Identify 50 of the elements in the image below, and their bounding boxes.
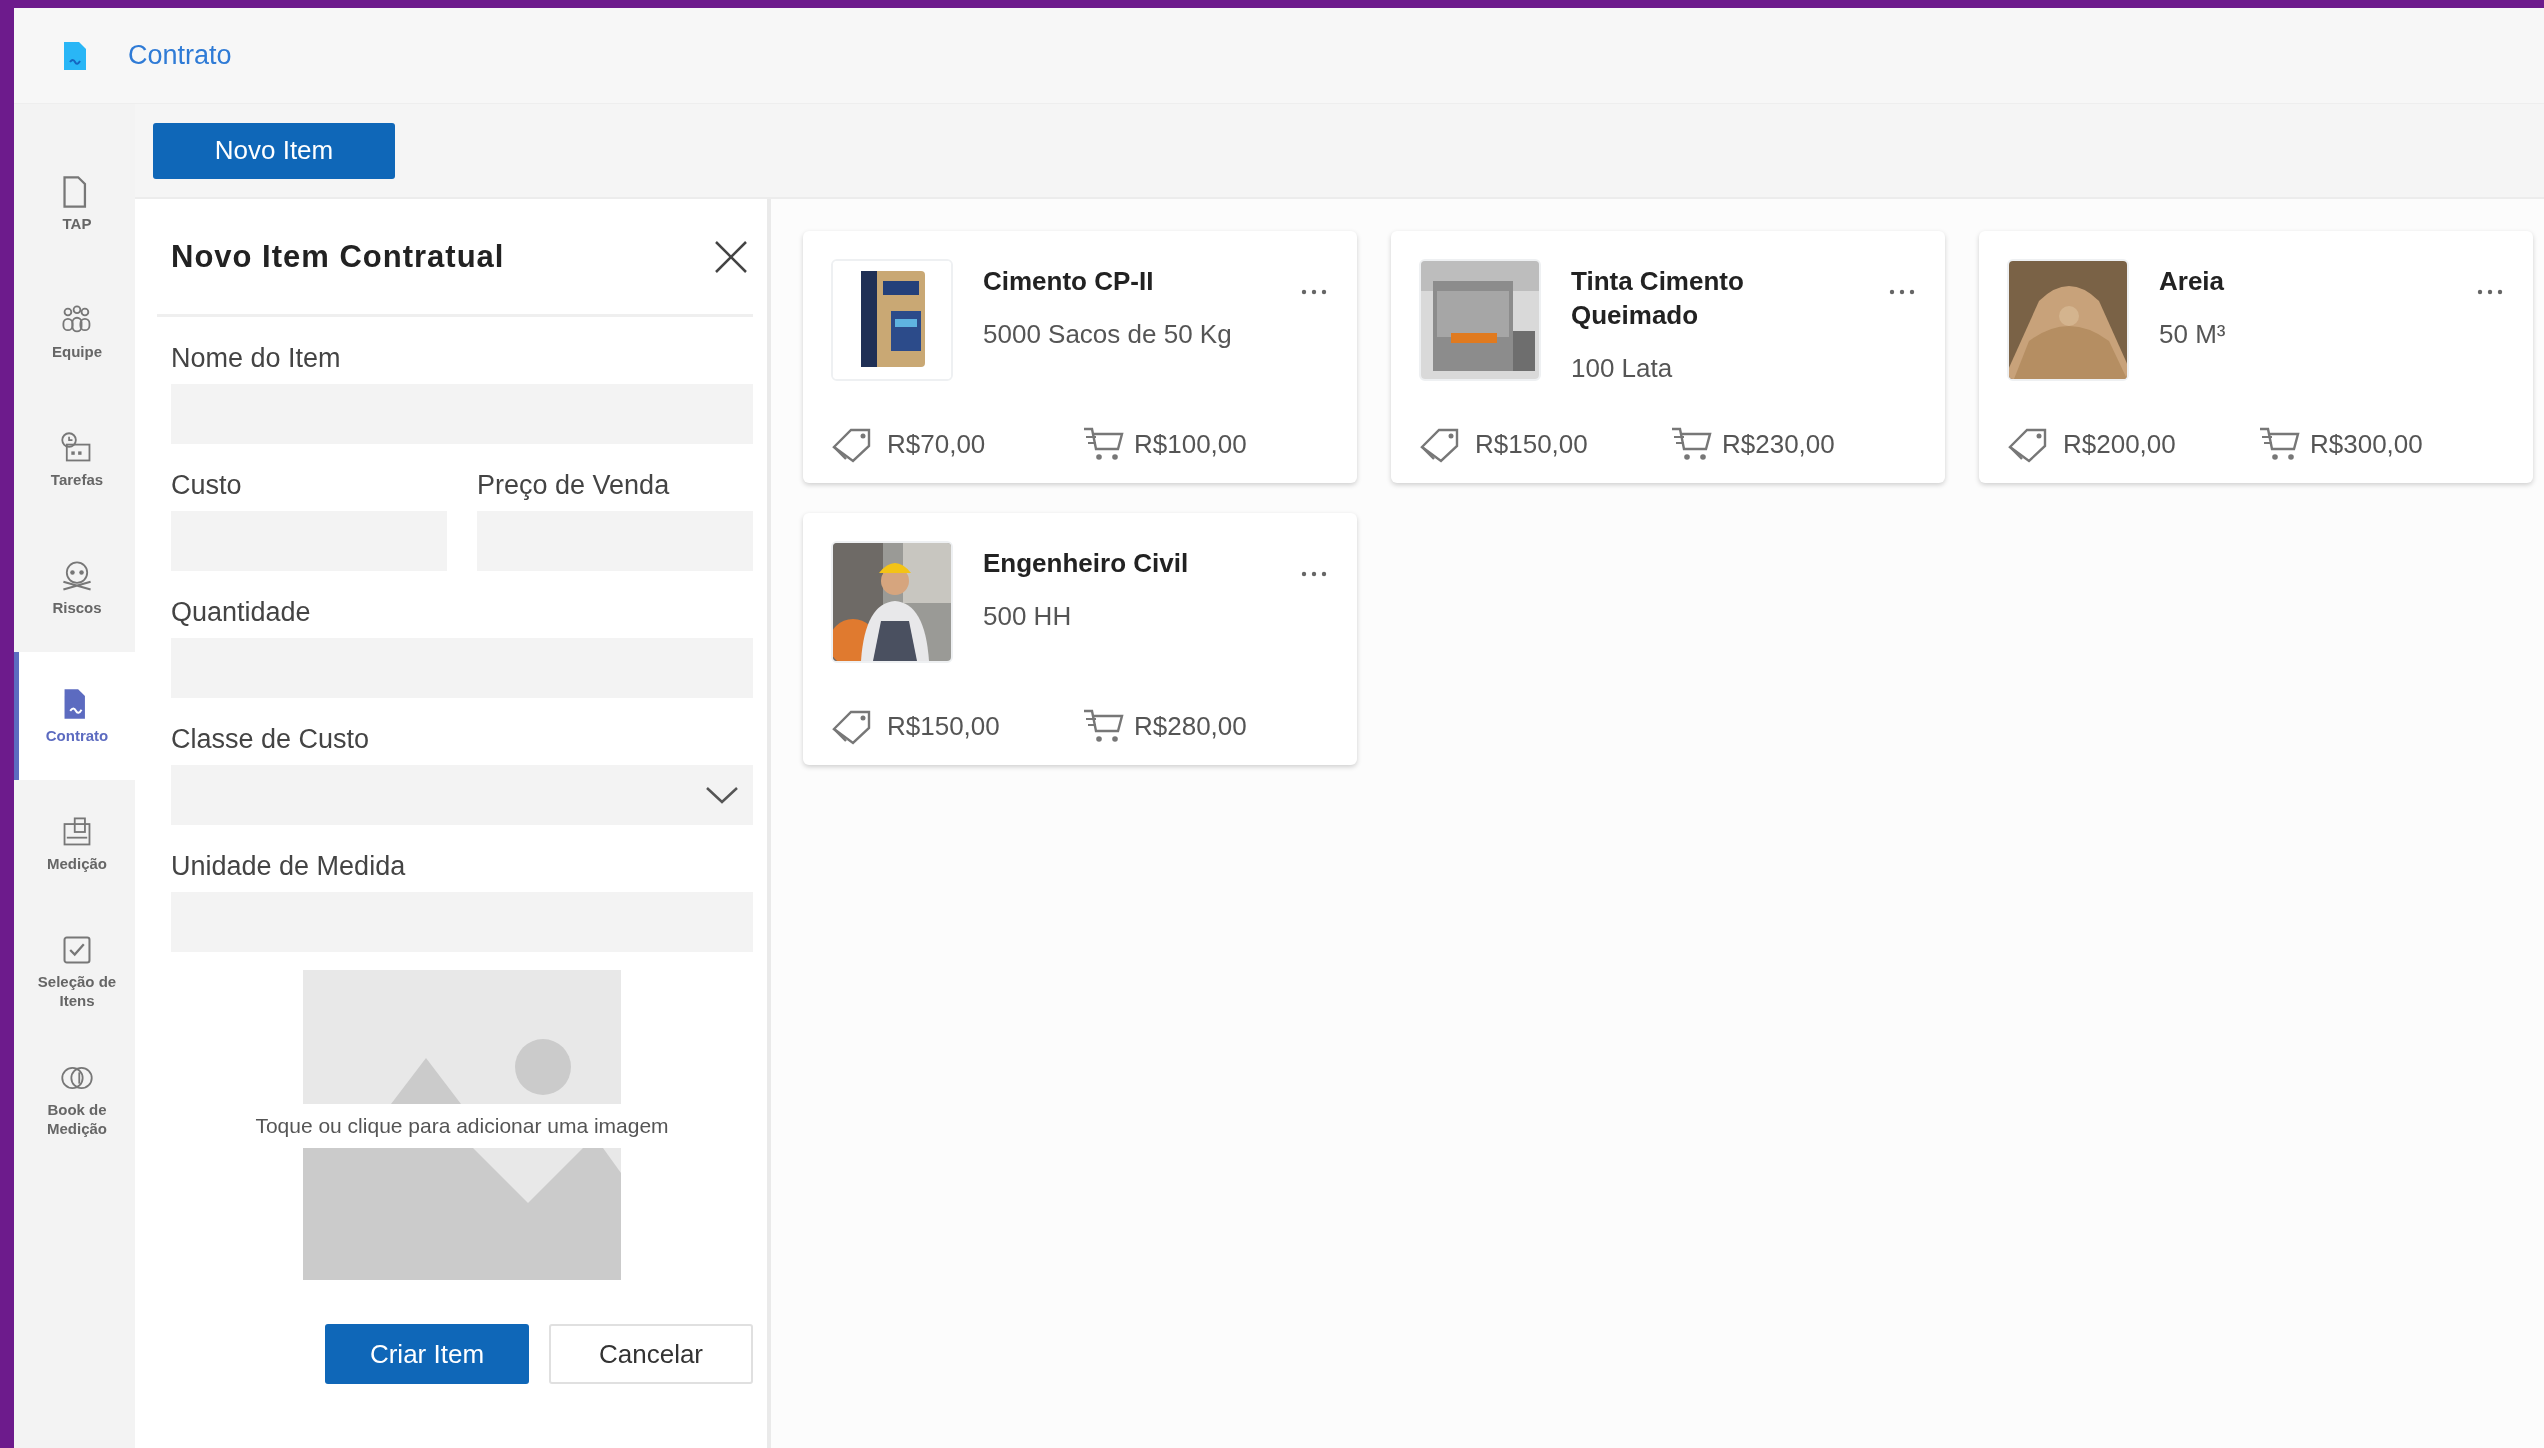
sale-price: R$280,00 (1134, 710, 1247, 742)
sidebar-item[interactable]: TAP (14, 140, 135, 268)
field-label: Preço de Venda (477, 470, 671, 501)
item-quantity: 500 HH (983, 600, 1073, 632)
image-placeholder-icon (303, 1148, 621, 1280)
sale-price: R$100,00 (1134, 428, 1247, 460)
cart-icon (2258, 425, 2300, 463)
chevron-down-icon (705, 785, 739, 805)
sidebar-item[interactable]: Equipe (14, 268, 135, 396)
new-item-button[interactable]: Novo Item (153, 122, 395, 179)
cost-price: R$70,00 (887, 428, 986, 460)
cart-icon (1082, 425, 1124, 463)
cost-price: R$150,00 (887, 710, 1000, 742)
cancel-button[interactable]: Cancelar (549, 1324, 753, 1384)
more-icon (1301, 289, 1327, 295)
field-label: Classe de Custo (171, 724, 371, 755)
item-quantity: 100 Lata (1571, 352, 1674, 384)
item-title: Engenheiro Civil (983, 547, 1190, 580)
page-title: Contrato (128, 40, 232, 71)
item-title: Cimento CP-II (983, 265, 1155, 298)
cost-price: R$200,00 (2063, 428, 2176, 460)
sidebar-item[interactable]: Contrato (14, 652, 135, 780)
sidebar-item[interactable]: Riscos (14, 524, 135, 652)
cart-icon (1670, 425, 1712, 463)
cart-icon (1082, 707, 1124, 745)
sidebar-item[interactable]: Seleção de Itens (14, 908, 135, 1036)
sidebar-item[interactable]: Medição (14, 780, 135, 908)
item-quantity: 50 M³ (2159, 318, 2227, 350)
item-quantity: 5000 Sacos de 50 Kg (983, 318, 1233, 350)
sale-price: R$230,00 (1722, 428, 1835, 460)
field-label: Unidade de Medida (171, 851, 407, 882)
document-icon (62, 39, 88, 72)
form-title: Novo Item Contratual (171, 238, 505, 275)
sale-price: R$300,00 (2310, 428, 2423, 460)
image-upload-area[interactable]: Toque ou clique para adicionar uma imagem (171, 970, 753, 1280)
more-icon (2477, 289, 2503, 295)
field-label: Nome do Item (171, 343, 342, 374)
item-title: Tinta Cimento Queimado (1571, 265, 1745, 332)
more-icon (1889, 289, 1915, 295)
close-icon (713, 238, 749, 275)
more-icon (1301, 571, 1327, 577)
field-label: Quantidade (171, 597, 312, 628)
item-title: Areia (2159, 265, 2226, 298)
image-placeholder-icon (303, 970, 621, 1104)
dropdown[interactable] (171, 765, 753, 825)
sidebar-item[interactable]: Tarefas (14, 396, 135, 524)
field-label: Custo (171, 470, 243, 501)
sidebar-item[interactable]: Book de Medição (14, 1036, 135, 1164)
create-item-button[interactable]: Criar Item (325, 1324, 529, 1384)
cost-price: R$150,00 (1475, 428, 1588, 460)
